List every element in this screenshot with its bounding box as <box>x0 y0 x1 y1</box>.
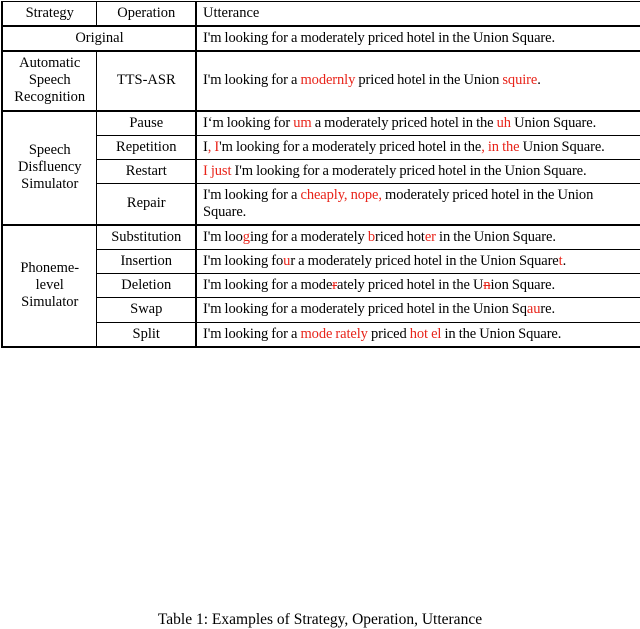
operation-cell: Pause <box>95 110 197 136</box>
error-highlight-text: modernly <box>300 72 356 89</box>
operation-cell: Repetition <box>95 134 197 160</box>
utterance-cell: I‘m looking for um a moderately priced h… <box>195 110 640 136</box>
utterance-text: riced hot <box>375 229 425 246</box>
error-highlight-text: , in the <box>481 138 520 155</box>
utterance-text: I'm looking for a mode <box>203 277 333 294</box>
table-row: Speech Disfluency Simulator Pause I‘m look… <box>1 110 640 227</box>
error-highlight-text: cheaply, nope, <box>300 186 382 203</box>
utterance-cell: I just I'm looking for a moderately pric… <box>195 158 640 184</box>
strategy-cell: Phoneme-level Simulator <box>1 224 97 348</box>
utterance-cell: I'm looging for a moderately briced hote… <box>195 224 640 251</box>
utterance-text: I'm looking for a <box>203 325 301 342</box>
utterance-text: ion Square. <box>490 277 556 294</box>
table-row: Original I'm looking for a moderately pri… <box>1 25 640 53</box>
header-cell-utterance: Utterance <box>195 1 640 28</box>
operation-cell: TTS-ASR <box>95 50 197 112</box>
table-row: Split I'm looking for a mode rately price… <box>2 321 640 348</box>
utterance-text: ately priced hotel in the U <box>337 277 484 294</box>
table-row: Repetition I, I'm looking for a moderatel… <box>2 134 640 160</box>
table-row: Repair I'm looking for a cheaply, nope, m… <box>2 182 640 227</box>
operation-cell: Split <box>95 321 197 348</box>
header-cell-operation: Operation <box>95 1 197 28</box>
error-highlight-text: g <box>242 229 250 246</box>
header-cell-strategy: Strategy <box>1 1 97 28</box>
utterance-cell: I'm looking for a mode rately priced hot… <box>195 321 640 348</box>
utterance-text: I'm looking for a moderately priced hote… <box>231 162 587 179</box>
table-header-row: Strategy Operation Utterance <box>1 1 640 28</box>
operation-cell: Restart <box>95 158 197 184</box>
strategy-cell: Automatic Speech Recognition <box>1 50 97 112</box>
utterance-text: I'm looking for a moderately priced hote… <box>203 30 555 47</box>
deleted-phoneme-text: r <box>332 277 338 294</box>
error-highlight-text: um <box>293 114 312 131</box>
table-figure-page: Strategy Operation Utterance Original I'm lo… <box>0 1 640 628</box>
error-highlight-text: b <box>367 229 375 246</box>
operation-cell: Substitution <box>95 224 197 251</box>
operation-cell: Insertion <box>95 249 197 275</box>
utterance-text: r a moderately priced hotel in the Union… <box>290 253 559 270</box>
utterance-text: I'm looking for a <box>203 72 301 89</box>
operation-cell: Repair <box>95 182 197 227</box>
utterance-text: I'm looking for a moderately priced hote… <box>203 301 527 318</box>
utterance-text: I'm loo <box>203 229 243 246</box>
utterance-cell: I'm looking for a modernly priced hotel … <box>195 50 640 112</box>
utterance-text: . <box>562 253 567 270</box>
operation-cell: Deletion <box>95 273 197 299</box>
error-highlight-text: hot el <box>409 325 442 342</box>
operation-cell: Swap <box>95 297 197 323</box>
utterance-text: I'm looking fo <box>203 253 284 270</box>
utterance-text: re. <box>540 301 556 318</box>
utterance-text: Union Square. <box>519 138 605 155</box>
table-row: Restart I just I'm looking for a moderate… <box>2 158 640 184</box>
table-row: Phoneme-level Simulator Substitution I'm l… <box>1 224 640 348</box>
utterance-cell: I'm looking for a moderately priced hote… <box>195 25 640 53</box>
table-row: Insertion I'm looking four a moderately p… <box>2 249 640 275</box>
strategy-operation-utterance-table: Strategy Operation Utterance Original I'm lo… <box>1 1 640 348</box>
strategy-cell: Speech Disfluency Simulator <box>1 110 97 227</box>
utterance-text: I'm looking for a <box>203 186 301 203</box>
table-row: Deletion I'm looking for a moderately pri… <box>2 273 640 299</box>
utterance-cell: I'm looking for a moderately priced hote… <box>195 297 640 323</box>
utterance-text: in the Union Square. <box>435 229 556 246</box>
utterance-cell: I'm looking for a moderately priced hote… <box>195 273 640 299</box>
utterance-cell: I'm looking for a cheaply, nope, moderat… <box>195 182 640 227</box>
utterance-text: priced hotel in the Union <box>355 72 503 89</box>
utterance-text: ing for a moderately <box>249 229 368 246</box>
utterance-text: I‘m looking for <box>203 114 294 131</box>
strategy-cell: Original <box>1 25 197 53</box>
deleted-phoneme-text: n <box>483 277 491 294</box>
utterance-text: 'm looking for a moderately priced hotel… <box>219 138 482 155</box>
utterance-text: priced <box>367 325 410 342</box>
table-body: Strategy Operation Utterance Original I'm lo… <box>1 1 640 348</box>
utterance-cell: I'm looking four a moderately priced hot… <box>195 249 640 275</box>
error-highlight-text: er <box>424 229 436 246</box>
utterance-text: in the Union Square. <box>441 325 562 342</box>
utterance-text: a moderately priced hotel in the <box>311 114 497 131</box>
utterance-text: Union Square. <box>510 114 597 131</box>
error-highlight-text: au <box>526 301 541 318</box>
error-highlight-text: uh <box>496 114 511 131</box>
error-highlight-text: squire <box>502 72 538 89</box>
utterance-text: . <box>537 72 541 89</box>
error-highlight-text: mode rately <box>300 325 368 342</box>
table-row: Automatic Speech Recognition TTS-ASR I'm l… <box>1 50 640 112</box>
table-caption: Table 1: Examples of Strategy, Operation… <box>157 611 483 628</box>
utterance-cell: I, I'm looking for a moderately priced h… <box>195 134 640 160</box>
error-highlight-text: I just <box>203 162 232 179</box>
table-row: Swap I'm looking for a moderately priced … <box>2 297 640 323</box>
